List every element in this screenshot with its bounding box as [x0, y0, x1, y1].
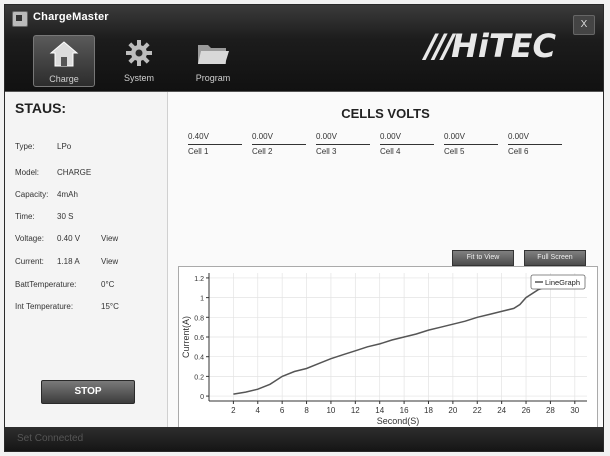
cell-label: Cell 3 [316, 147, 337, 156]
status-value: 30 S [57, 212, 74, 221]
y-tick-label: 0.8 [194, 315, 204, 322]
y-tick-label: 0.6 [194, 335, 204, 342]
full-screen-button[interactable]: Full Screen [524, 250, 586, 266]
x-tick-label: 4 [256, 406, 261, 415]
cell-label: Cell 6 [508, 147, 529, 156]
window-title: ChargeMaster [33, 11, 109, 23]
close-button[interactable]: X [573, 15, 595, 35]
x-tick-label: 30 [570, 406, 579, 415]
x-tick-label: 18 [424, 406, 433, 415]
status-value: 15°C [101, 302, 119, 311]
toolbar-system-label: System [123, 73, 154, 83]
status-panel: STAUS: Type: LPo Model: CHARGE Capacity:… [5, 92, 168, 428]
hitec-logo: ///HiTEC [425, 27, 556, 65]
cell-label: Cell 1 [188, 147, 209, 156]
status-label: Model: [15, 168, 40, 177]
status-label: Capacity: [15, 190, 49, 199]
status-row-time: Time: 30 S [15, 212, 73, 221]
chargemaster-window: ChargeMaster X Charge System Program ///… [4, 4, 604, 452]
status-bar-text: Set Connected [17, 433, 84, 444]
status-bar: Set Connected [5, 427, 603, 451]
x-tick-label: 12 [351, 406, 360, 415]
legend-label: LineGraph [545, 278, 580, 287]
house-icon [49, 41, 79, 67]
status-value: 4mAh [57, 190, 78, 199]
status-label: Type: [15, 142, 35, 151]
fit-to-view-button[interactable]: Fit to View [452, 250, 514, 266]
cells-volts-title: CELLS VOLTS [341, 106, 430, 121]
current-graph: 2 4 6 8 10 12 14 16 18 20 22 24 26 28 30 0 0.2 0.4 0.6 0.8 1… [178, 266, 598, 428]
y-tick-label: 1.2 [194, 276, 204, 283]
status-value: LPo [57, 142, 72, 151]
status-row-voltage: Voltage: 0.40 V View [15, 234, 118, 243]
x-tick-label: 8 [304, 406, 309, 415]
gear-icon [126, 40, 152, 66]
status-label: Int Temperature: [15, 302, 74, 311]
cell-label: Cell 5 [444, 147, 465, 156]
cell-1: 0.40V Cell 1 [188, 132, 242, 156]
status-row-batt-temperature: BattTemperature: 0°C [15, 280, 114, 289]
x-tick-label: 26 [522, 406, 531, 415]
status-label: Voltage: [15, 234, 44, 243]
app-icon [12, 11, 28, 27]
status-value: 1.18 A [57, 257, 80, 266]
status-value: CHARGE [57, 168, 92, 177]
x-tick-label: 28 [546, 406, 555, 415]
toolbar-charge-button[interactable]: Charge [33, 35, 95, 87]
folder-icon [198, 45, 229, 64]
cell-5: 0.00V Cell 5 [444, 132, 498, 156]
line-chart: 2 4 6 8 10 12 14 16 18 20 22 24 26 28 3000.20.40.60.81… [181, 273, 587, 426]
status-label: Time: [15, 212, 35, 221]
cell-voltage: 0.00V [380, 132, 434, 145]
cell-voltage: 0.40V [188, 132, 242, 145]
status-label: BattTemperature: [15, 280, 77, 289]
y-axis-label: Current(A) [181, 316, 191, 358]
x-tick-label: 10 [326, 406, 335, 415]
x-tick-label: 24 [497, 406, 506, 415]
y-tick-label: 0 [200, 394, 204, 401]
cell-voltage: 0.00V [316, 132, 370, 145]
cell-4: 0.00V Cell 4 [380, 132, 434, 156]
x-tick-label: 6 [280, 406, 285, 415]
status-value: 0.40 V [57, 234, 81, 243]
cells-panel: CELLS VOLTS 0.40V Cell 1 0.00V Cell 2 0.… [168, 92, 603, 428]
cell-label: Cell 2 [252, 147, 273, 156]
stop-button[interactable]: STOP [41, 380, 135, 404]
x-tick-label: 20 [448, 406, 457, 415]
y-tick-label: 0.2 [194, 374, 204, 381]
status-row-model: Model: CHARGE [15, 168, 91, 177]
x-tick-label: 2 [231, 406, 236, 415]
x-tick-label: 14 [375, 406, 384, 415]
toolbar-program-label: Program [195, 73, 231, 83]
x-axis-label: Second(S) [377, 416, 420, 426]
voltage-view-link[interactable]: View [101, 234, 118, 243]
status-row-capacity: Capacity: 4mAh [15, 190, 78, 199]
status-row-type: Type: LPo [15, 142, 71, 151]
cell-6: 0.00V Cell 6 [508, 132, 562, 156]
status-value: 0°C [101, 280, 115, 289]
cell-voltage: 0.00V [508, 132, 562, 145]
status-row-int-temperature: Int Temperature: 15°C [15, 302, 119, 311]
status-row-current: Current: 1.18 A View [15, 257, 118, 266]
cell-2: 0.00V Cell 2 [252, 132, 306, 156]
x-tick-label: 16 [400, 406, 409, 415]
status-label: Current: [15, 257, 44, 266]
toolbar-system-button[interactable]: System [107, 35, 171, 85]
title-bar: ChargeMaster X Charge System Program ///… [5, 5, 603, 92]
toolbar-program-button[interactable]: Program [181, 35, 245, 85]
cell-voltage: 0.00V [444, 132, 498, 145]
cell-voltage: 0.00V [252, 132, 306, 145]
y-tick-label: 1 [200, 296, 204, 303]
cell-label: Cell 4 [380, 147, 401, 156]
y-tick-label: 0.4 [194, 355, 204, 362]
toolbar-charge-label: Charge [49, 74, 79, 84]
status-heading: STAUS: [15, 100, 67, 116]
cell-3: 0.00V Cell 3 [316, 132, 370, 156]
current-view-link[interactable]: View [101, 257, 118, 266]
x-tick-label: 22 [473, 406, 482, 415]
